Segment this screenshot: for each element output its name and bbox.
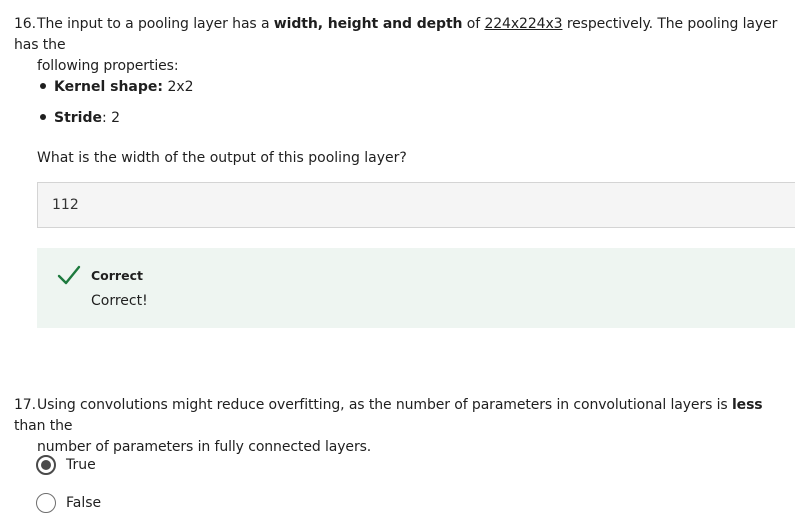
property-item-stride: Stride: 2 — [40, 108, 120, 128]
question-16-intro: The input to a pooling layer has a — [37, 16, 274, 32]
question-16-prompt: What is the width of the output of this … — [37, 150, 407, 166]
question-17-number: 17. — [14, 397, 36, 413]
question-16-number: 16. — [14, 16, 36, 32]
property-label: Stride — [54, 110, 102, 126]
property-label: Kernel shape: — [54, 79, 163, 95]
question-16-text: 16.The input to a pooling layer has a wi… — [14, 14, 784, 77]
question-17-part1: Using convolutions might reduce overfitt… — [37, 397, 732, 413]
option-label: False — [66, 495, 102, 511]
radio-unselected-icon[interactable] — [36, 493, 56, 513]
question-16-of: of — [462, 16, 485, 32]
question-17-text: 17.Using convolutions might reduce overf… — [14, 395, 784, 458]
question-16-dims-bold: width, height and depth — [273, 16, 463, 32]
property-value: 2x2 — [163, 79, 194, 95]
question-17-part2: than the — [14, 418, 73, 434]
property-value: : 2 — [102, 110, 121, 126]
question-16-dims-value: 224x224x3 — [484, 16, 563, 32]
feedback-message: Correct! — [91, 293, 148, 309]
radio-selected-icon[interactable] — [36, 455, 56, 475]
checkmark-icon — [57, 265, 81, 285]
bullet-icon — [40, 114, 46, 120]
answer-input[interactable]: 112 — [37, 182, 795, 228]
feedback-panel: Correct Correct! — [37, 248, 795, 328]
feedback-status: Correct — [91, 268, 143, 283]
question-17-line2: number of parameters in fully connected … — [37, 439, 372, 455]
property-item-kernel: Kernel shape: 2x2 — [40, 77, 194, 97]
bullet-icon — [40, 83, 46, 89]
quiz-page: 16.The input to a pooling layer has a wi… — [0, 0, 795, 529]
option-label: True — [66, 457, 96, 473]
answer-value: 112 — [52, 197, 79, 213]
question-17-bold: less — [731, 397, 763, 413]
question-16-line2: following properties: — [37, 58, 179, 74]
